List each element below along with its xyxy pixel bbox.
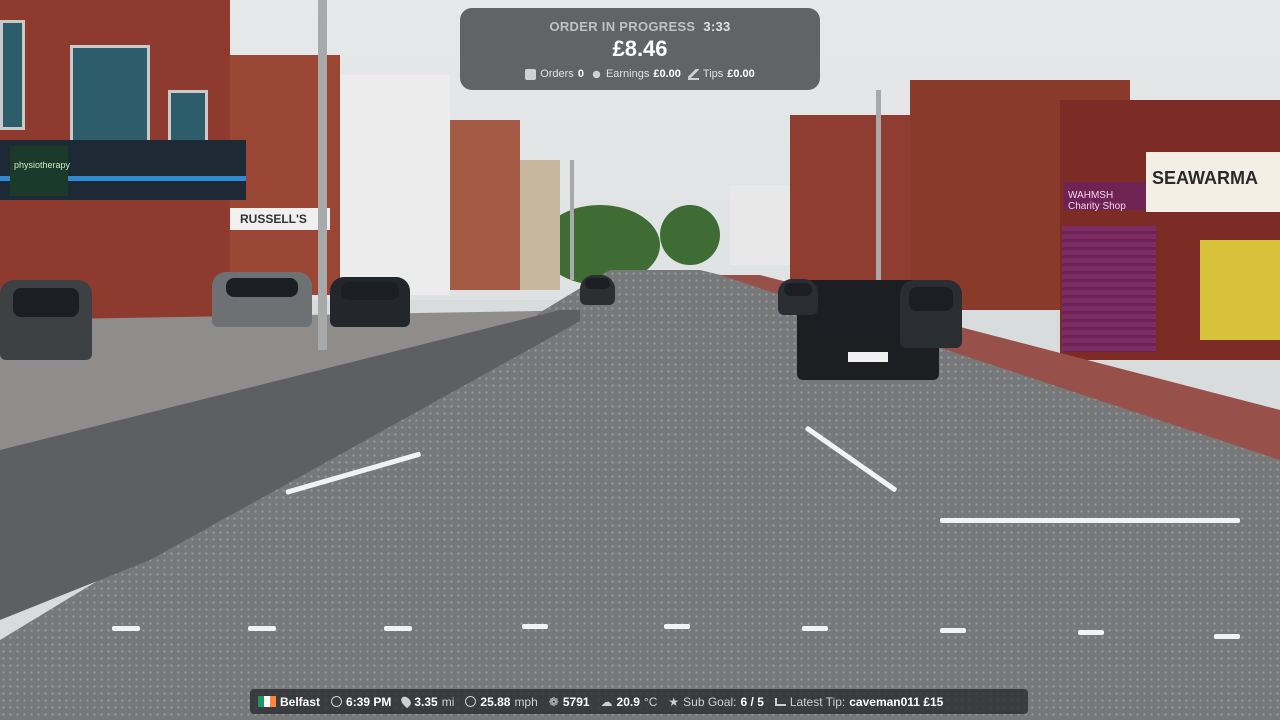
parked-car bbox=[212, 272, 312, 327]
shop-sign: SEAWARMA bbox=[1146, 152, 1280, 212]
order-status: ORDER IN PROGRESS 3:33 bbox=[460, 19, 820, 34]
shopfront: physiotherapy bbox=[0, 140, 246, 200]
tips-label: Tips bbox=[702, 68, 724, 80]
oncoming-car bbox=[778, 279, 818, 315]
building bbox=[730, 185, 790, 265]
footsteps-icon: ❁ bbox=[548, 694, 559, 709]
shop-sign: physiotherapy bbox=[10, 146, 70, 196]
distance-item: 3.35 mi bbox=[399, 694, 455, 709]
street-pole bbox=[876, 90, 881, 280]
road-marking bbox=[248, 626, 276, 631]
order-amount: £8.46 bbox=[612, 36, 668, 61]
coins-icon bbox=[590, 68, 602, 80]
temperature-value: 20.9 bbox=[616, 694, 640, 709]
speed-unit: mph bbox=[514, 694, 538, 709]
tips-stat: Tips £0.00 bbox=[687, 68, 755, 80]
number-plate bbox=[848, 352, 888, 362]
road-marking bbox=[522, 624, 548, 629]
speed-value: 25.88 bbox=[480, 694, 511, 709]
time-item: 6:39 PM bbox=[331, 695, 391, 709]
temperature-unit: °C bbox=[643, 694, 658, 709]
latest-tip-value: caveman011 £15 bbox=[849, 694, 944, 709]
weather-icon: ☁ bbox=[600, 694, 613, 709]
orders-value: 0 bbox=[577, 68, 584, 80]
road-marking bbox=[802, 626, 828, 631]
road-marking bbox=[1214, 634, 1240, 639]
street-pole bbox=[318, 0, 327, 350]
road-marking bbox=[664, 624, 690, 629]
earnings-stat: Earnings £0.00 bbox=[590, 68, 681, 80]
road-marking bbox=[940, 518, 1240, 523]
sub-goal-value: 6 / 5 bbox=[740, 694, 764, 709]
road-marking bbox=[384, 626, 412, 631]
orders-label: Orders bbox=[540, 68, 574, 80]
advert-board bbox=[1200, 240, 1280, 340]
temperature-item: ☁ 20.9 °C bbox=[601, 695, 658, 709]
star-icon: ★ bbox=[668, 694, 680, 709]
latest-tip-label: Latest Tip: bbox=[789, 694, 846, 709]
street-scene: physiotherapy RUSSELL'S WAHMSH Charity S… bbox=[0, 0, 1280, 720]
road-marking bbox=[940, 628, 966, 633]
distant-car bbox=[580, 275, 615, 305]
road-marking bbox=[1078, 630, 1104, 635]
tip-hand-icon bbox=[774, 697, 786, 706]
latest-tip-item: Latest Tip: caveman011 £15 bbox=[774, 694, 944, 709]
orders-icon bbox=[525, 68, 537, 80]
speed-item: 25.88 mph bbox=[465, 694, 538, 709]
distance-unit: mi bbox=[441, 694, 455, 709]
building bbox=[790, 115, 920, 280]
earnings-value: £0.00 bbox=[653, 68, 681, 80]
elevation-item: ❁ 5791 bbox=[549, 695, 590, 709]
shop-sign: WAHMSH Charity Shop bbox=[1064, 182, 1148, 212]
shop-sign: RUSSELL'S bbox=[230, 208, 330, 230]
distance-value: 3.35 bbox=[414, 694, 438, 709]
parked-car bbox=[0, 280, 92, 360]
location-name: Belfast bbox=[280, 694, 321, 709]
tips-value: £0.00 bbox=[727, 68, 755, 80]
order-timer: 3:33 bbox=[703, 19, 731, 34]
sub-goal-label: Sub Goal: bbox=[683, 694, 737, 709]
earnings-label: Earnings bbox=[605, 68, 650, 80]
tip-hand-icon bbox=[687, 68, 699, 80]
speedometer-icon bbox=[465, 696, 477, 707]
street-pole bbox=[570, 160, 574, 280]
stream-status-bar: Belfast 6:39 PM 3.35 mi 25.88 mph ❁ 5791… bbox=[250, 689, 1028, 714]
tree bbox=[660, 205, 720, 265]
elevation-value: 5791 bbox=[562, 694, 590, 709]
clock-icon bbox=[331, 696, 343, 707]
shop-shutter bbox=[1062, 226, 1156, 352]
location-item: Belfast bbox=[258, 695, 320, 709]
map-pin-icon bbox=[399, 694, 414, 709]
order-overlay: ORDER IN PROGRESS 3:33 £8.46 Orders 0 Ea… bbox=[460, 8, 820, 90]
parked-car bbox=[330, 277, 410, 327]
ireland-flag-icon bbox=[258, 696, 276, 707]
road-marking bbox=[112, 626, 140, 631]
local-time: 6:39 PM bbox=[346, 694, 392, 709]
orders-stat: Orders 0 bbox=[525, 68, 584, 80]
oncoming-car bbox=[900, 280, 962, 348]
sub-goal-item: ★ Sub Goal: 6 / 5 bbox=[668, 695, 764, 709]
order-stats: Orders 0 Earnings £0.00 Tips £0.00 bbox=[460, 68, 820, 80]
order-status-label: ORDER IN PROGRESS bbox=[549, 19, 696, 34]
